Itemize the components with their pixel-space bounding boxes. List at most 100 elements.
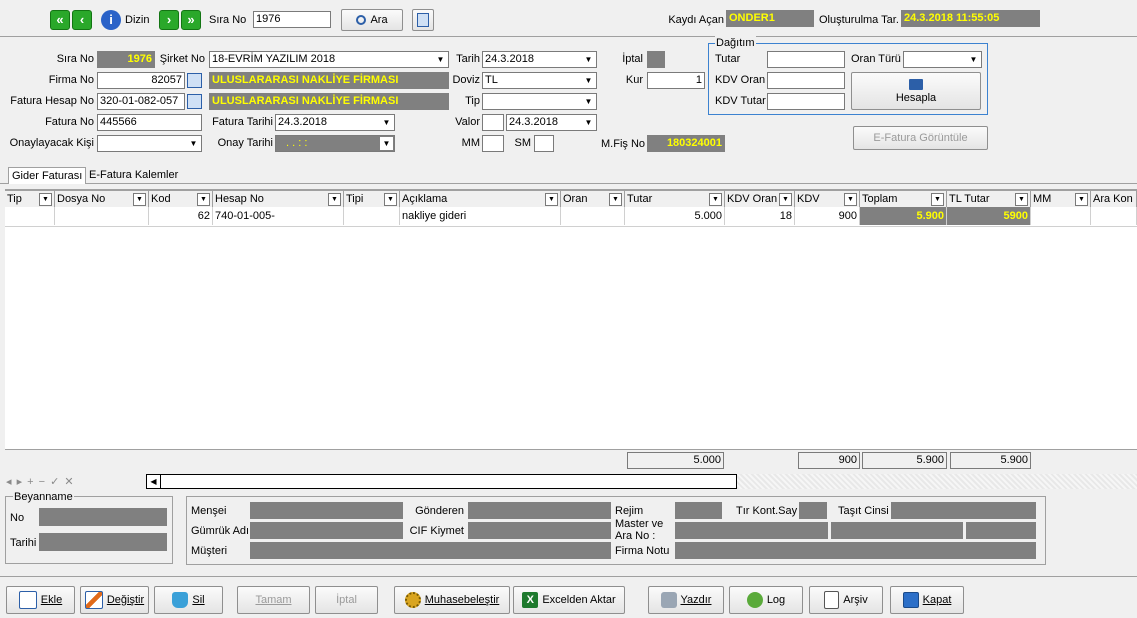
kapat-button[interactable]: Kapat xyxy=(890,586,964,614)
valor-label: Valor xyxy=(455,116,480,128)
beyanname-no-input[interactable] xyxy=(39,508,167,526)
lookup-icon[interactable] xyxy=(187,73,202,88)
degistir-button[interactable]: Değiştir xyxy=(80,586,149,614)
efatura-goruntule-button[interactable]: E-Fatura Görüntüle xyxy=(853,126,988,150)
column-header-mm[interactable]: MM ▼ xyxy=(1031,191,1091,207)
sil-label: Sil xyxy=(192,594,205,606)
column-header-toplam[interactable]: Toplam ▼ xyxy=(860,191,947,207)
chevron-down-icon: ▼ xyxy=(133,193,146,206)
dizin-label[interactable]: Dizin xyxy=(125,12,149,28)
dagitim-tutar-input[interactable] xyxy=(767,51,845,68)
firma-no-input[interactable]: 82057 xyxy=(97,72,185,89)
ekle-button[interactable]: Ekle xyxy=(6,586,75,614)
column-header-tipi[interactable]: Tipi ▼ xyxy=(344,191,400,207)
cell-kod[interactable]: 62 xyxy=(149,207,213,225)
iptal-checkbox[interactable] xyxy=(647,51,665,68)
scroll-left-icon[interactable]: ◀ xyxy=(147,475,161,488)
column-header-hesap-no[interactable]: Hesap No ▼ xyxy=(213,191,344,207)
fatura-tarihi-select[interactable]: 24.3.2018 ▼ xyxy=(275,114,395,131)
rejim-input[interactable] xyxy=(675,502,722,519)
master-ara-no-input-3[interactable] xyxy=(966,522,1036,539)
sirket-no-select[interactable]: 18-EVRİM YAZILIM 2018 ▼ xyxy=(209,51,449,68)
info-icon[interactable]: i xyxy=(101,10,121,30)
fatura-hesap-no-input[interactable]: 320-01-082-057 xyxy=(97,93,185,110)
iptal-button[interactable]: İptal xyxy=(315,586,378,614)
cell-ara-kon[interactable] xyxy=(1091,207,1137,225)
firma-notu-input[interactable] xyxy=(675,542,1036,559)
fatura-no-input[interactable]: 445566 xyxy=(97,114,202,131)
horizontal-scrollbar[interactable]: ◀ xyxy=(146,474,737,489)
kdv-oran-input[interactable] xyxy=(767,72,845,89)
yazdir-label: Yazdır xyxy=(680,594,712,606)
cell-hesap-no[interactable]: 740-01-005- xyxy=(213,207,344,225)
tasit-cinsi-input[interactable] xyxy=(891,502,1036,519)
column-header-kdv-oran[interactable]: KDV Oran ▼ xyxy=(725,191,795,207)
cell-kdv[interactable]: 900 xyxy=(795,207,860,225)
cell-tipi[interactable] xyxy=(344,207,400,225)
onay-tarihi-select[interactable]: . . : : ▼ xyxy=(275,135,395,152)
excelden-aktar-button[interactable]: X Excelden Aktar xyxy=(513,586,625,614)
table-row[interactable]: 62 740-01-005- nakliye gideri 5.000 18 9… xyxy=(5,207,1137,227)
column-header-tl-tutar[interactable]: TL Tutar ▼ xyxy=(947,191,1031,207)
tamam-button[interactable]: Tamam xyxy=(237,586,310,614)
column-header-dosya-no[interactable]: Dosya No ▼ xyxy=(55,191,149,207)
chevron-down-icon: ▼ xyxy=(844,193,857,206)
cell-tl-tutar[interactable]: 5900 xyxy=(947,207,1031,225)
previous-record-button[interactable]: ‹ xyxy=(72,10,92,30)
exit-door-icon xyxy=(902,592,919,608)
sil-button[interactable]: Sil xyxy=(154,586,223,614)
muhasebelestir-button[interactable]: Muhasebeleştir xyxy=(394,586,510,614)
mm-checkbox[interactable] xyxy=(482,135,504,152)
master-ara-no-input[interactable] xyxy=(675,522,828,539)
copy-button[interactable] xyxy=(412,9,434,31)
cell-aciklama[interactable]: nakliye gideri xyxy=(400,207,561,225)
tarih-select[interactable]: 24.3.2018 ▼ xyxy=(482,51,597,68)
kur-input[interactable]: 1 xyxy=(647,72,705,89)
toolbar-sira-no-input[interactable]: 1976 xyxy=(253,11,331,28)
yazdir-button[interactable]: Yazdır xyxy=(648,586,724,614)
onaylayacak-select[interactable]: ▼ xyxy=(97,135,202,152)
cif-kiymet-input[interactable] xyxy=(468,522,611,539)
cell-oran[interactable] xyxy=(561,207,625,225)
column-header-kod[interactable]: Kod ▼ xyxy=(149,191,213,207)
column-header-oran[interactable]: Oran ▼ xyxy=(561,191,625,207)
beyanname-tarihi-input[interactable] xyxy=(39,533,167,551)
column-header-tutar[interactable]: Tutar ▼ xyxy=(625,191,725,207)
grid-navigator[interactable]: ◂ ▸ + − ✓ ✕ xyxy=(6,474,75,490)
tab-efatura-kalemler[interactable]: E-Fatura Kalemler xyxy=(86,167,181,184)
onaylayacak-label: Onaylayacak Kişi xyxy=(9,137,94,149)
tab-gider-faturasi[interactable]: Gider Faturası xyxy=(8,167,87,184)
column-header-ara-kon[interactable]: Ara Kon xyxy=(1091,191,1137,207)
mensei-input[interactable] xyxy=(250,502,403,519)
column-header-tip[interactable]: Tip ▼ xyxy=(5,191,55,207)
column-header-aciklama[interactable]: Açıklama ▼ xyxy=(400,191,561,207)
valor-select[interactable]: 24.3.2018 ▼ xyxy=(506,114,597,131)
tir-kont-say-input[interactable] xyxy=(799,502,827,519)
column-header-kdv[interactable]: KDV ▼ xyxy=(795,191,860,207)
oran-turu-select[interactable]: ▼ xyxy=(903,51,982,68)
musteri-input[interactable] xyxy=(250,542,611,559)
next-record-button[interactable]: › xyxy=(159,10,179,30)
cell-kdv-oran[interactable]: 18 xyxy=(725,207,795,225)
first-record-button[interactable]: « xyxy=(50,10,70,30)
cell-mm[interactable] xyxy=(1031,207,1091,225)
cell-tip[interactable] xyxy=(5,207,55,225)
sm-checkbox[interactable] xyxy=(534,135,554,152)
cell-dosya-no[interactable] xyxy=(55,207,149,225)
cell-toplam[interactable]: 5.900 xyxy=(860,207,947,225)
ara-button[interactable]: Ara xyxy=(341,9,403,31)
log-button[interactable]: Log xyxy=(729,586,803,614)
arsiv-button[interactable]: Arşiv xyxy=(809,586,883,614)
valor-days-input[interactable] xyxy=(482,114,504,131)
doviz-select[interactable]: TL ▼ xyxy=(482,72,597,89)
last-record-button[interactable]: » xyxy=(181,10,201,30)
master-ara-no-input-2[interactable] xyxy=(831,522,963,539)
gonderen-input[interactable] xyxy=(468,502,611,519)
hesapla-button[interactable]: Hesapla xyxy=(851,72,981,110)
cell-tutar[interactable]: 5.000 xyxy=(625,207,725,225)
lookup-icon[interactable] xyxy=(187,94,202,109)
tip-select[interactable]: ▼ xyxy=(482,93,597,110)
edit-icon xyxy=(84,591,103,609)
kdv-tutar-input[interactable] xyxy=(767,93,845,110)
gumruk-adi-input[interactable] xyxy=(250,522,403,539)
